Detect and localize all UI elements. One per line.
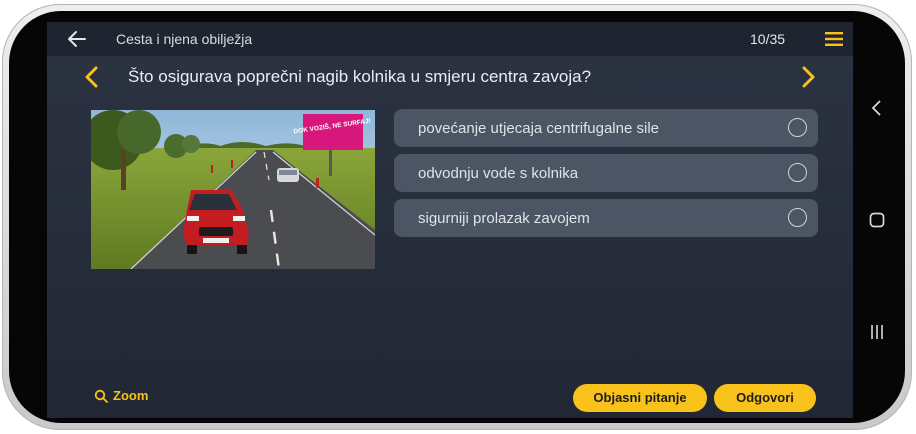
chevron-right-icon[interactable] [798,66,818,88]
android-back-icon[interactable] [868,99,886,117]
zoom-button[interactable]: Zoom [94,388,148,403]
radio-icon[interactable] [788,208,807,227]
search-icon [94,389,108,403]
answer-label: odvodnju vode s kolnika [418,165,579,182]
answer-option-3[interactable]: sigurniji prolazak zavojem [394,199,818,237]
radio-icon[interactable] [788,163,807,182]
answer-option-1[interactable]: povećanje utjecaja centrifugalne sile [394,109,818,147]
back-arrow-icon[interactable] [65,27,89,51]
explain-question-button[interactable]: Objasni pitanje [573,384,707,412]
question-image[interactable]: DOK VOZIŠ, NE SURFAJ! [91,110,375,269]
answer-list: povećanje utjecaja centrifugalne sile od… [394,109,818,244]
submit-answer-button[interactable]: Odgovori [714,384,816,412]
chevron-left-icon[interactable] [82,66,102,88]
answer-label: sigurniji prolazak zavojem [418,210,590,227]
top-bar: Cesta i njena obilježja 10/35 [47,22,853,56]
zoom-label: Zoom [113,388,149,403]
breadcrumb: Cesta i njena obilježja [116,31,253,47]
question-text: Što osigurava poprečni nagib kolnika u s… [128,67,592,86]
radio-icon[interactable] [788,118,807,137]
android-home-icon[interactable] [868,211,886,229]
app-screen: Cesta i njena obilježja 10/35 Što osigur… [47,22,853,418]
android-recents-icon[interactable] [868,323,886,341]
hamburger-menu-icon[interactable] [824,29,844,49]
answer-label: povećanje utjecaja centrifugalne sile [418,120,659,137]
answer-option-2[interactable]: odvodnju vode s kolnika [394,154,818,192]
question-counter: 10/35 [750,31,786,47]
